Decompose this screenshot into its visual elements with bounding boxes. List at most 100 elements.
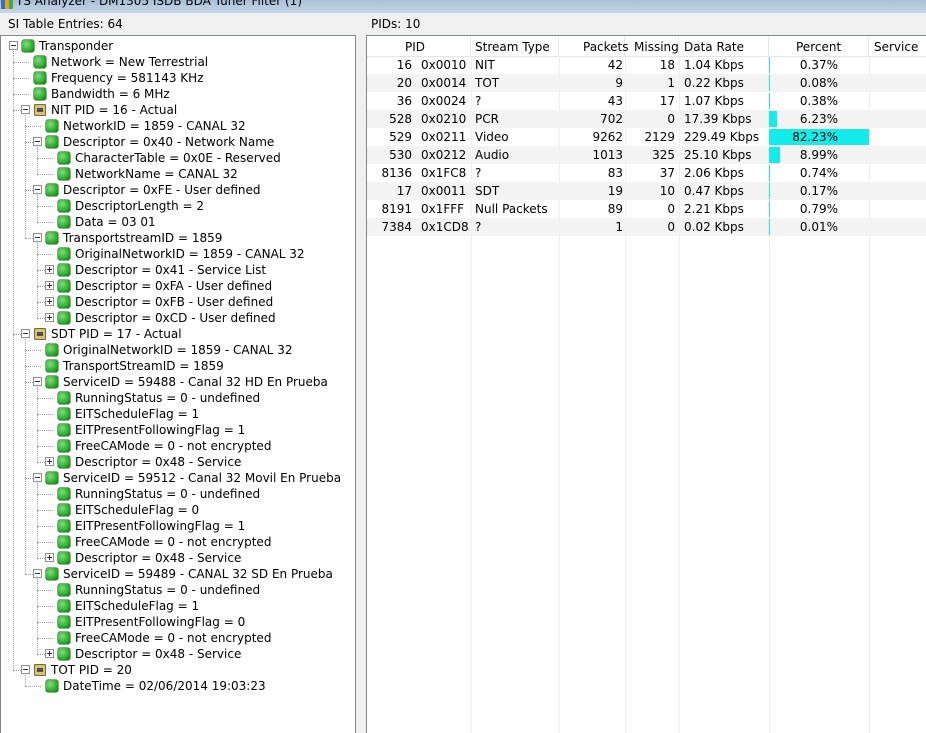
green-status-icon	[34, 88, 46, 100]
tree-node[interactable]: FreeCAMode = 0 - not encrypted	[1, 534, 351, 550]
table-icon	[34, 328, 46, 340]
tree-node[interactable]: ServiceID = 59488 - Canal 32 HD En Prueb…	[1, 374, 351, 390]
expand-icon[interactable]	[45, 297, 54, 306]
table-icon	[34, 664, 46, 676]
collapse-icon[interactable]	[21, 105, 30, 114]
tree-node[interactable]: NetworkName = CANAL 32	[1, 166, 351, 182]
table-row[interactable]: 8191 0x1FFF Null Packets 89 0 2.21 Kbps 0.79%	[367, 200, 926, 218]
tree-node[interactable]: DateTime = 02/06/2014 19:03:23	[1, 678, 351, 694]
tree-node[interactable]: Descriptor = 0xCD - User defined	[1, 310, 351, 326]
column-header-missing[interactable]: Missing	[625, 36, 679, 56]
tree-node-label: OriginalNetworkID = 1859 - CANAL 32	[63, 343, 293, 357]
tree-node-label: Transponder	[39, 39, 114, 53]
pid-list-view[interactable]: PID Stream Type Packets Missing Data Rat…	[366, 35, 926, 733]
service-cell	[873, 92, 926, 110]
column-header-pid[interactable]: PID	[367, 36, 471, 56]
table-row[interactable]: 529 0x0211 Video 9262 2129 229.49 Kbps 82.23%	[367, 128, 926, 146]
percent-cell: 0.37%	[799, 58, 838, 72]
green-status-icon	[58, 632, 70, 644]
title-bar[interactable]: TS Analyzer - DM1305 ISDB BDA Tuner Filt…	[0, 0, 926, 13]
tree-node[interactable]: RunningStatus = 0 - undefined	[1, 582, 351, 598]
tree-node[interactable]: EITScheduleFlag = 1	[1, 598, 351, 614]
green-status-icon	[58, 312, 70, 324]
tree-node[interactable]: DescriptorLength = 2	[1, 198, 351, 214]
collapse-icon[interactable]	[33, 233, 42, 242]
tree-node[interactable]: EITScheduleFlag = 0	[1, 502, 351, 518]
collapse-icon[interactable]	[33, 377, 42, 386]
column-header-stream-type[interactable]: Stream Type	[471, 36, 559, 56]
expand-icon[interactable]	[45, 281, 54, 290]
green-status-icon	[34, 72, 46, 84]
pid-hex-cell: 0x0011	[421, 184, 467, 198]
table-row[interactable]: 36 0x0024? 43 17 1.07 Kbps 0.38%	[367, 92, 926, 110]
percent-cell: 82.23%	[792, 130, 838, 144]
tree-node[interactable]: CharacterTable = 0x0E - Reserved	[1, 150, 351, 166]
tree-node[interactable]: OriginalNetworkID = 1859 - CANAL 32	[1, 246, 351, 262]
tree-node[interactable]: Data = 03 01	[1, 214, 351, 230]
tree-node[interactable]: TransportStreamID = 1859	[1, 358, 351, 374]
table-row[interactable]: 7384 0x1CD8? 1 0 0.02 Kbps 0.01%	[367, 218, 926, 236]
column-header-percent[interactable]: Percent	[769, 36, 869, 56]
tree-node[interactable]: ServiceID = 59489 - CANAL 32 SD En Prueb…	[1, 566, 351, 582]
pid-decimal-cell: 16	[396, 58, 412, 72]
collapse-icon[interactable]	[33, 473, 42, 482]
tree-node[interactable]: FreeCAMode = 0 - not encrypted	[1, 438, 351, 454]
collapse-icon[interactable]	[21, 665, 30, 674]
si-tree-view[interactable]: Transponder Network = New Terrestrial Freq…	[0, 35, 356, 733]
panel-splitter[interactable]	[357, 35, 366, 733]
tree-node[interactable]: Frequency = 581143 KHz	[1, 70, 351, 86]
tree-node[interactable]: EITPresentFollowingFlag = 0	[1, 614, 351, 630]
tree-node-label: Descriptor = 0x40 - Network Name	[63, 135, 275, 149]
tree-node[interactable]: Descriptor = 0x48 - Service	[1, 646, 351, 662]
tree-node[interactable]: Descriptor = 0xFE - User defined	[1, 182, 351, 198]
collapse-icon[interactable]	[9, 41, 18, 50]
tree-node[interactable]: EITScheduleFlag = 1	[1, 406, 351, 422]
expand-icon[interactable]	[45, 649, 54, 658]
stream-type-cell: PCR	[475, 112, 499, 126]
tree-node[interactable]: RunningStatus = 0 - undefined	[1, 486, 351, 502]
expand-icon[interactable]	[45, 313, 54, 322]
tree-node[interactable]: EITPresentFollowingFlag = 1	[1, 422, 351, 438]
expand-icon[interactable]	[45, 265, 54, 274]
expand-icon[interactable]	[45, 553, 54, 562]
table-row[interactable]: 17 0x0011 SDT 19 10 0.47 Kbps 0.17%	[367, 182, 926, 200]
tree-node[interactable]: SDT PID = 17 - Actual	[1, 326, 351, 342]
tree-node[interactable]: RunningStatus = 0 - undefined	[1, 390, 351, 406]
tree-node[interactable]: FreeCAMode = 0 - not encrypted	[1, 630, 351, 646]
table-row[interactable]: 16 0x0010 NIT 42 18 1.04 Kbps 0.37%	[367, 56, 926, 74]
green-status-icon	[58, 248, 70, 260]
tree-node[interactable]: EITPresentFollowingFlag = 1	[1, 518, 351, 534]
column-header-data-rate[interactable]: Data Rate	[679, 36, 769, 56]
tree-node[interactable]: Descriptor = 0xFB - User defined	[1, 294, 351, 310]
table-row[interactable]: 20 0x0014 TOT 9 1 0.22 Kbps 0.08%	[367, 74, 926, 92]
tree-node[interactable]: Bandwidth = 6 MHz	[1, 86, 351, 102]
column-header-service[interactable]: Service	[869, 36, 926, 56]
tree-node[interactable]: Descriptor = 0x48 - Service	[1, 454, 351, 470]
tree-node[interactable]: Transponder	[1, 38, 351, 54]
missing-cell: 2129	[644, 130, 675, 144]
tree-node[interactable]: ServiceID = 59512 - Canal 32 Movil En Pr…	[1, 470, 351, 486]
tree-node[interactable]: NetworkID = 1859 - CANAL 32	[1, 118, 351, 134]
collapse-icon[interactable]	[33, 185, 42, 194]
table-row[interactable]: 8136 0x1FC8? 83 37 2.06 Kbps 0.74%	[367, 164, 926, 182]
tree-node[interactable]: Descriptor = 0xFA - User defined	[1, 278, 351, 294]
green-status-icon	[46, 344, 58, 356]
pid-decimal-cell: 8191	[381, 202, 412, 216]
data-rate-cell: 1.07 Kbps	[684, 94, 744, 108]
collapse-icon[interactable]	[33, 137, 42, 146]
tree-node[interactable]: TOT PID = 20	[1, 662, 351, 678]
expand-icon[interactable]	[45, 457, 54, 466]
tree-node[interactable]: Descriptor = 0x40 - Network Name	[1, 134, 351, 150]
tree-node[interactable]: Network = New Terrestrial	[1, 54, 351, 70]
tree-node[interactable]: TransportstreamID = 1859	[1, 230, 351, 246]
table-row[interactable]: 530 0x0212 Audio 1013 325 25.10 Kbps 8.99%	[367, 146, 926, 164]
collapse-icon[interactable]	[33, 569, 42, 578]
tree-node[interactable]: OriginalNetworkID = 1859 - CANAL 32	[1, 342, 351, 358]
tree-node[interactable]: Descriptor = 0x48 - Service	[1, 550, 351, 566]
column-header-packets[interactable]: Packets	[559, 36, 629, 56]
tree-node-label: TransportstreamID = 1859	[63, 231, 223, 245]
tree-node[interactable]: Descriptor = 0x41 - Service List	[1, 262, 351, 278]
collapse-icon[interactable]	[21, 329, 30, 338]
table-row[interactable]: 528 0x0210 PCR 702 0 17.39 Kbps 6.23%	[367, 110, 926, 128]
tree-node[interactable]: NIT PID = 16 - Actual	[1, 102, 351, 118]
